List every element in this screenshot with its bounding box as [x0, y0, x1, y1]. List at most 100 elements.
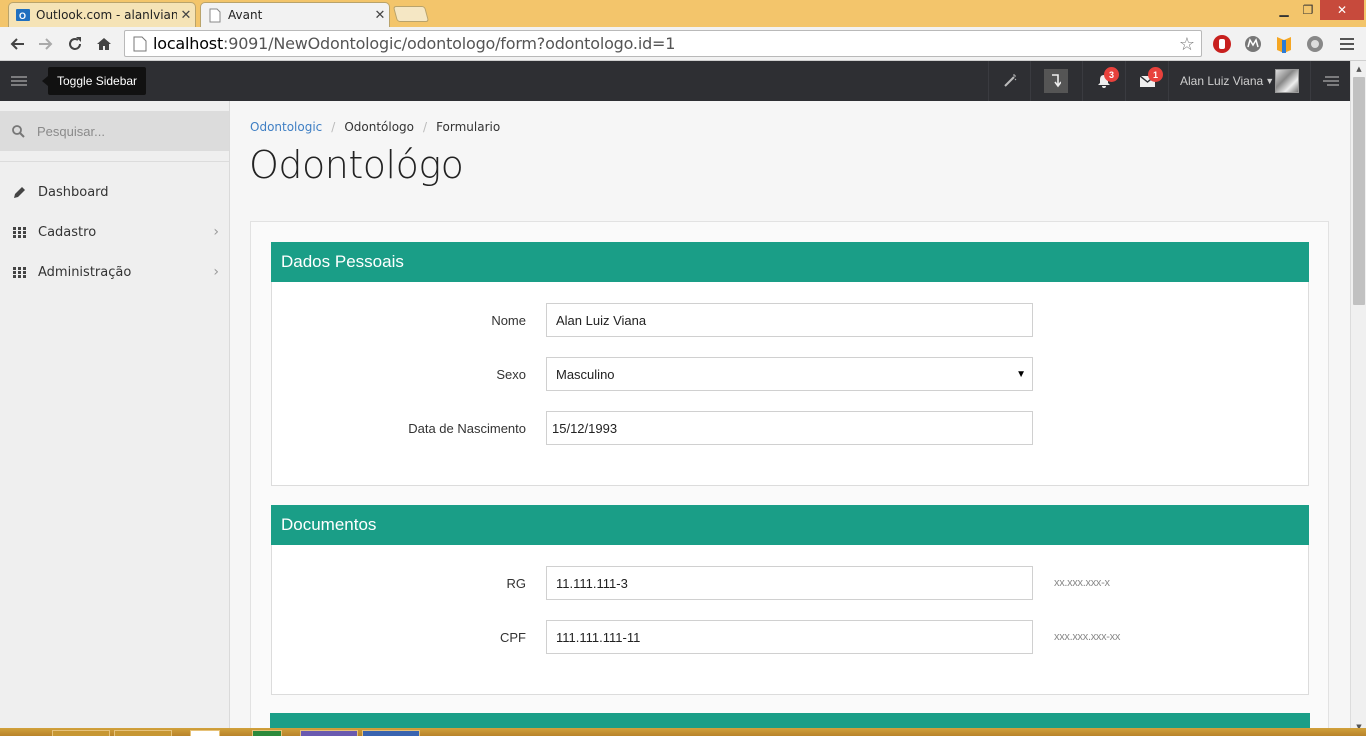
hamburger-icon [11, 76, 27, 86]
magic-wand-icon [1003, 74, 1016, 87]
sexo-select[interactable]: Masculino ▼ [546, 357, 1033, 391]
field-label: Sexo [496, 366, 526, 382]
lines-icon [1322, 76, 1339, 86]
home-icon[interactable] [92, 32, 116, 56]
browser-tab-avant[interactable]: Avant ✕ [200, 2, 390, 27]
star-icon[interactable]: ☆ [1179, 34, 1195, 55]
tab-title: Outlook.com - alanlvianaf [36, 8, 177, 22]
sidebar-divider [0, 161, 229, 162]
outlook-icon: O [15, 7, 31, 23]
forward-icon[interactable] [34, 32, 58, 56]
taskbar-app[interactable] [190, 730, 220, 736]
browser-tab-outlook[interactable]: O Outlook.com - alanlvianaf ✕ [8, 2, 196, 27]
maximize-icon[interactable]: ❐ [1296, 0, 1320, 20]
reload-icon[interactable] [63, 32, 87, 56]
sidebar-item-dashboard[interactable]: Dashboard [0, 172, 229, 212]
taskbar-app[interactable] [362, 730, 420, 736]
rg-input[interactable]: 11.111.111-3 [546, 566, 1033, 600]
form-row-data-nascimento: Data de Nascimento 15/12/1993 [272, 411, 1308, 445]
sidebar-item-label: Cadastro [38, 224, 97, 240]
search-icon [12, 124, 25, 138]
nome-input[interactable]: Alan Luiz Viana [546, 303, 1033, 337]
sidebar-item-administracao[interactable]: Administração › [0, 252, 229, 292]
chevron-right-icon: › [213, 224, 219, 240]
breadcrumb-item-odontologo: Odontólogo [344, 120, 415, 134]
form-row-nome: Nome Alan Luiz Viana [272, 303, 1308, 337]
field-label: Data de Nascimento [408, 420, 526, 436]
adblock-icon[interactable] [1211, 33, 1233, 55]
sidebar: Pesquisar... Dashboard Cadastro › Admini… [0, 101, 230, 736]
browser-toolbar: localhost:9091/NewOdontologic/odontologo… [0, 27, 1366, 61]
user-name: Alan Luiz Viana [1180, 74, 1264, 88]
cpf-format-hint: xxx.xxx.xxx-xx [1054, 631, 1121, 643]
app-header: Toggle Sidebar 3 1 Alan Luiz Viana ▼ [0, 61, 1350, 101]
form-row-rg: RG 11.111.111-3 xx.xxx.xxx-x [272, 566, 1308, 600]
address-bar[interactable]: localhost:9091/NewOdontologic/odontologo… [124, 30, 1202, 57]
taskbar-app[interactable] [114, 730, 172, 736]
header-divider [1030, 61, 1031, 101]
window-close-icon[interactable]: ✕ [1320, 0, 1364, 20]
field-label: RG [506, 575, 527, 591]
avatar[interactable] [1275, 69, 1299, 93]
taskbar-app[interactable] [300, 730, 358, 736]
section-title: Dados Pessoais [271, 242, 1309, 282]
minimize-icon[interactable]: ▁ [1272, 0, 1296, 20]
rg-format-hint: xx.xxx.xxx-x [1054, 577, 1110, 589]
svg-text:O: O [19, 11, 26, 21]
new-tab-button[interactable] [392, 6, 430, 22]
tooltip: Toggle Sidebar [41, 67, 147, 95]
notifications-button[interactable] [1083, 61, 1125, 101]
sidebar-item-label: Administração [38, 264, 132, 280]
taskbar-app[interactable] [252, 730, 282, 736]
motorola-icon[interactable] [1242, 33, 1264, 55]
page-icon [207, 7, 223, 23]
url-host: localhost [153, 34, 224, 53]
magic-wand-button[interactable] [989, 61, 1030, 101]
page-title: Odontológo [249, 143, 464, 187]
search-input[interactable]: Pesquisar... [37, 124, 105, 139]
header-divider [1168, 61, 1169, 101]
notifications-badge: 3 [1104, 67, 1119, 82]
grid-icon [12, 225, 26, 239]
breadcrumb-item-formulario: Formulario [436, 120, 501, 134]
url-text: localhost:9091/NewOdontologic/odontologo… [153, 34, 675, 53]
sidebar-item-cadastro[interactable]: Cadastro › [0, 212, 229, 252]
section-documentos: Documentos RG 11.111.111-3 xx.xxx.xxx-x … [271, 505, 1309, 695]
field-label: Nome [491, 312, 526, 328]
toggle-sidebar-button[interactable] [0, 61, 38, 101]
user-menu[interactable]: Alan Luiz Viana ▼ [1180, 61, 1274, 101]
scrollbar-thumb[interactable] [1353, 77, 1365, 305]
close-tab-icon[interactable]: ✕ [177, 8, 195, 23]
close-tab-icon[interactable]: ✕ [371, 8, 389, 23]
settings-icon[interactable] [1304, 33, 1326, 55]
cpf-input[interactable]: 111.111.111-11 [546, 620, 1033, 654]
pin-button[interactable] [1044, 69, 1068, 93]
extension-icon[interactable] [1273, 33, 1295, 55]
data-nascimento-input[interactable]: 15/12/1993 [546, 411, 1033, 445]
form-panel: Dados Pessoais Nome Alan Luiz Viana Sexo… [250, 221, 1329, 736]
breadcrumb: Odontologic / Odontólogo / Formulario [250, 120, 500, 134]
browser-tabstrip: O Outlook.com - alanlvianaf ✕ Avant ✕ ▁ … [0, 0, 1366, 27]
scroll-up-icon[interactable]: ▲ [1351, 62, 1366, 76]
breadcrumb-link-odontologic[interactable]: Odontologic [250, 120, 322, 134]
section-dados-pessoais: Dados Pessoais Nome Alan Luiz Viana Sexo… [271, 242, 1309, 486]
messages-badge: 1 [1148, 67, 1163, 82]
sexo-select-value: Masculino [556, 366, 615, 382]
section-title: Documentos [271, 505, 1309, 545]
caret-down-icon: ▼ [1016, 369, 1026, 380]
sidebar-search[interactable]: Pesquisar... [0, 111, 229, 151]
form-row-cpf: CPF 111.111.111-11 xxx.xxx.xxx-xx [272, 620, 1308, 654]
grid-icon [12, 265, 26, 279]
arrow-down-icon [1052, 74, 1061, 88]
sidebar-item-label: Dashboard [38, 184, 109, 200]
page-scrollbar[interactable]: ▲ ▼ [1350, 61, 1366, 736]
taskbar-app[interactable] [52, 730, 110, 736]
url-path: :9091/NewOdontologic/odontologo/form?odo… [223, 34, 676, 53]
caret-down-icon: ▼ [1265, 76, 1275, 86]
menu-icon[interactable] [1336, 33, 1358, 55]
back-icon[interactable] [5, 32, 29, 56]
right-panel-toggle-button[interactable] [1311, 61, 1350, 101]
form-row-sexo: Sexo Masculino ▼ [272, 357, 1308, 391]
messages-button[interactable] [1126, 61, 1168, 101]
breadcrumb-separator: / [423, 120, 428, 134]
